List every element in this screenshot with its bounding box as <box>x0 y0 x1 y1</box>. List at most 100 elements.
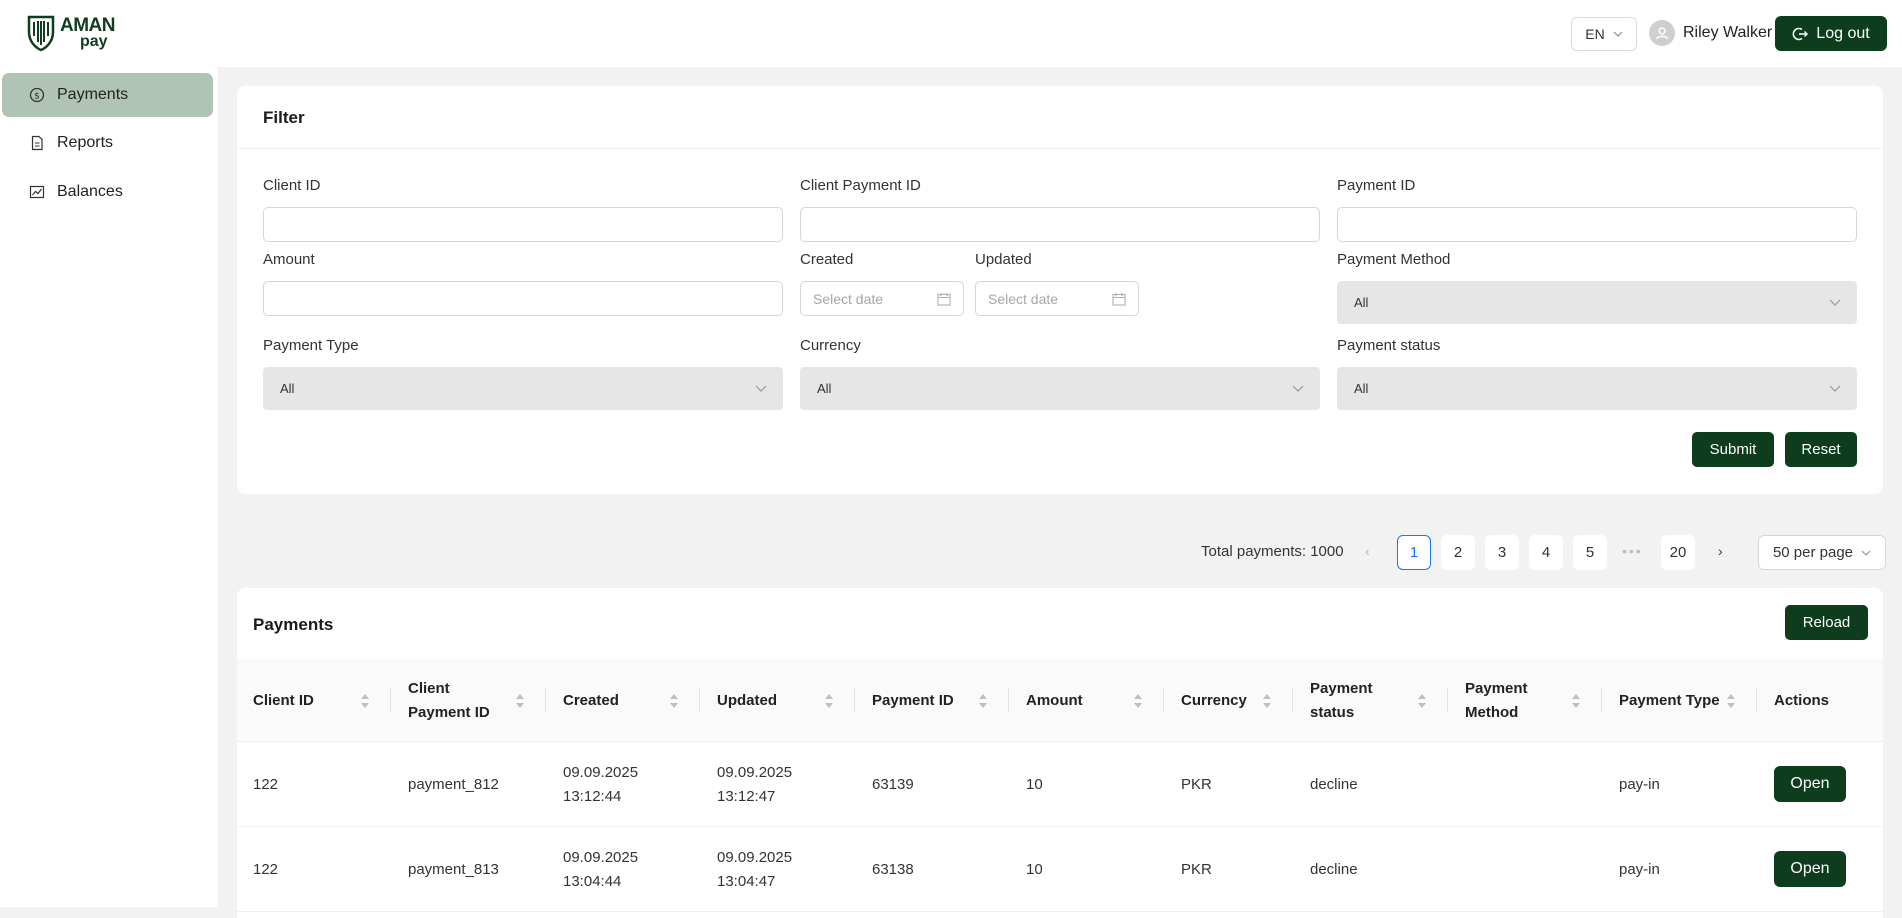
sort-icon[interactable] <box>1133 693 1143 709</box>
amount-input[interactable] <box>263 281 783 316</box>
column-separator <box>854 688 855 712</box>
payment-method-label: Payment Method <box>1337 251 1451 268</box>
user-name: Riley Walker <box>1683 24 1773 41</box>
payment-type-select[interactable]: All <box>263 367 783 410</box>
calendar-icon <box>937 292 951 306</box>
sort-icon[interactable] <box>978 693 988 709</box>
currency-label: Currency <box>800 337 861 354</box>
submit-button[interactable]: Submit <box>1692 432 1774 467</box>
sort-icon[interactable] <box>1571 693 1581 709</box>
per-page-select[interactable]: 50 per page <box>1758 535 1886 570</box>
page-4-button[interactable]: 4 <box>1529 535 1563 570</box>
cell-currency: PKR <box>1181 775 1212 793</box>
cell-amount: 10 <box>1026 860 1043 878</box>
sort-icon[interactable] <box>1262 693 1272 709</box>
total-payments: Total payments: 1000 <box>1201 543 1344 560</box>
column-header-client-id[interactable]: Client ID <box>253 659 314 742</box>
document-icon <box>31 135 43 151</box>
cell-payment-id: 63138 <box>872 860 914 878</box>
language-select[interactable]: EN <box>1571 17 1637 51</box>
page-2-button[interactable]: 2 <box>1441 535 1475 570</box>
brand-logo[interactable]: AMAN pay <box>26 14 116 52</box>
column-header-payment-id[interactable]: Payment ID <box>872 659 954 742</box>
filter-title: Filter <box>263 108 305 127</box>
sidebar-item-reports[interactable]: Reports <box>2 121 213 165</box>
payment-status-label: Payment status <box>1337 337 1441 354</box>
table-row: 122 payment_812 09.09.2025 13:12:44 09.0… <box>237 742 1883 827</box>
page-3-button[interactable]: 3 <box>1485 535 1519 570</box>
column-separator <box>1292 688 1293 712</box>
cell-created: 09.09.2025 13:04:44 <box>563 848 639 890</box>
created-date-picker[interactable]: Select date <box>800 281 964 316</box>
logout-button[interactable]: Log out <box>1775 16 1887 51</box>
payment-status-value: All <box>1354 381 1369 396</box>
chart-icon <box>29 185 45 199</box>
column-separator <box>1163 688 1164 712</box>
page-1-button[interactable]: 1 <box>1397 535 1431 570</box>
dollar-circle-icon: $ <box>29 87 45 103</box>
open-button[interactable]: Open <box>1774 766 1846 802</box>
payment-type-value: All <box>280 381 295 396</box>
sort-icon[interactable] <box>1417 693 1427 709</box>
column-header-payment-status[interactable]: Payment status <box>1310 659 1373 742</box>
page-5-button[interactable]: 5 <box>1573 535 1607 570</box>
payment-method-select[interactable]: All <box>1337 281 1857 324</box>
calendar-icon <box>1112 292 1126 306</box>
cell-amount: 10 <box>1026 775 1043 793</box>
sort-icon[interactable] <box>1726 693 1736 709</box>
column-separator <box>390 688 391 712</box>
sidebar: $ Payments Reports Balances <box>0 67 218 907</box>
created-date-placeholder: Select date <box>813 290 884 307</box>
next-page-icon[interactable]: › <box>1718 543 1723 559</box>
sort-icon[interactable] <box>515 693 525 709</box>
client-payment-id-input[interactable] <box>800 207 1320 242</box>
payment-method-value: All <box>1354 295 1369 310</box>
payments-table-title: Payments <box>253 615 334 634</box>
divider <box>237 148 1883 149</box>
chevron-down-icon <box>755 385 767 392</box>
filter-panel: Filter Client ID Client Payment ID Payme… <box>237 86 1883 494</box>
currency-value: All <box>817 381 832 396</box>
table-header: Client ID Client Payment ID Created Upda… <box>237 659 1883 742</box>
column-header-currency[interactable]: Currency <box>1181 659 1247 742</box>
column-header-client-payment-id[interactable]: Client Payment ID <box>408 659 490 742</box>
per-page-value: 50 per page <box>1772 544 1854 561</box>
column-header-created[interactable]: Created <box>563 659 619 742</box>
sidebar-item-payments[interactable]: $ Payments <box>2 73 213 117</box>
reset-button[interactable]: Reset <box>1785 432 1857 467</box>
column-header-payment-type[interactable]: Payment Type <box>1619 659 1720 742</box>
column-separator <box>545 688 546 712</box>
page-last-button[interactable]: 20 <box>1661 535 1695 570</box>
payment-status-select[interactable]: All <box>1337 367 1857 410</box>
prev-page-icon[interactable]: ‹ <box>1365 543 1370 559</box>
client-id-input[interactable] <box>263 207 783 242</box>
sidebar-item-balances[interactable]: Balances <box>2 170 213 214</box>
pagination-ellipsis[interactable]: ••• <box>1622 543 1643 559</box>
sort-icon[interactable] <box>824 693 834 709</box>
cell-payment-type: pay-in <box>1619 860 1660 878</box>
column-separator <box>699 688 700 712</box>
sort-icon[interactable] <box>360 693 370 709</box>
client-id-label: Client ID <box>263 177 321 194</box>
reload-button[interactable]: Reload <box>1785 605 1868 640</box>
cell-payment-id: 63139 <box>872 775 914 793</box>
amount-label: Amount <box>263 251 315 268</box>
chevron-down-icon <box>1829 385 1841 392</box>
column-header-amount[interactable]: Amount <box>1026 659 1083 742</box>
currency-select[interactable]: All <box>800 367 1320 410</box>
table-row: 122 payment_813 09.09.2025 13:04:44 09.0… <box>237 827 1883 912</box>
payment-id-input[interactable] <box>1337 207 1857 242</box>
cell-updated: 09.09.2025 13:04:47 <box>717 848 793 890</box>
top-header: AMAN pay EN Riley Walker Log out <box>0 0 1902 67</box>
brand-subname: pay <box>80 33 108 50</box>
open-button[interactable]: Open <box>1774 851 1846 887</box>
sort-icon[interactable] <box>669 693 679 709</box>
column-separator <box>1601 688 1602 712</box>
updated-date-picker[interactable]: Select date <box>975 281 1139 316</box>
cell-payment-type: pay-in <box>1619 775 1660 793</box>
column-header-updated[interactable]: Updated <box>717 659 777 742</box>
sidebar-item-label: Reports <box>57 134 114 151</box>
cell-payment-status: decline <box>1310 860 1358 878</box>
user-profile[interactable]: Riley Walker <box>1649 20 1772 46</box>
column-header-payment-method[interactable]: Payment Method <box>1465 659 1528 742</box>
